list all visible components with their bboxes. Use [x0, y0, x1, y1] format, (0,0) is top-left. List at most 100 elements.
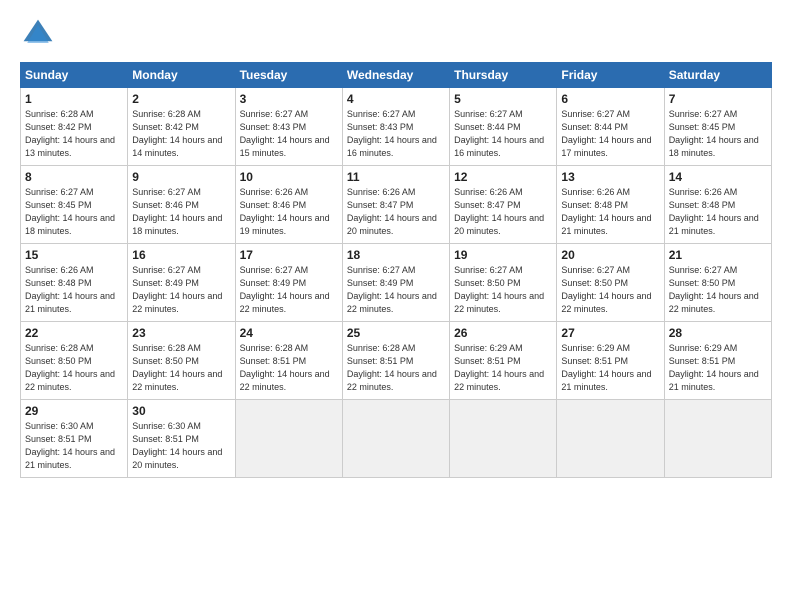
day-cell: 18 Sunrise: 6:27 AM Sunset: 8:49 PM Dayl…	[342, 244, 449, 322]
day-cell: 15 Sunrise: 6:26 AM Sunset: 8:48 PM Dayl…	[21, 244, 128, 322]
day-info: Sunrise: 6:27 AM Sunset: 8:46 PM Dayligh…	[132, 186, 230, 238]
day-info: Sunrise: 6:27 AM Sunset: 8:49 PM Dayligh…	[240, 264, 338, 316]
day-number: 1	[25, 92, 123, 106]
day-cell: 30 Sunrise: 6:30 AM Sunset: 8:51 PM Dayl…	[128, 400, 235, 478]
day-info: Sunrise: 6:28 AM Sunset: 8:50 PM Dayligh…	[25, 342, 123, 394]
day-info: Sunrise: 6:28 AM Sunset: 8:51 PM Dayligh…	[347, 342, 445, 394]
day-number: 22	[25, 326, 123, 340]
day-number: 30	[132, 404, 230, 418]
day-info: Sunrise: 6:27 AM Sunset: 8:50 PM Dayligh…	[669, 264, 767, 316]
day-info: Sunrise: 6:26 AM Sunset: 8:48 PM Dayligh…	[669, 186, 767, 238]
day-info: Sunrise: 6:30 AM Sunset: 8:51 PM Dayligh…	[132, 420, 230, 472]
day-cell: 21 Sunrise: 6:27 AM Sunset: 8:50 PM Dayl…	[664, 244, 771, 322]
day-number: 3	[240, 92, 338, 106]
calendar-table: Sunday Monday Tuesday Wednesday Thursday…	[20, 62, 772, 478]
header-friday: Friday	[557, 63, 664, 88]
day-cell: 14 Sunrise: 6:26 AM Sunset: 8:48 PM Dayl…	[664, 166, 771, 244]
header-tuesday: Tuesday	[235, 63, 342, 88]
day-cell: 23 Sunrise: 6:28 AM Sunset: 8:50 PM Dayl…	[128, 322, 235, 400]
day-cell: 25 Sunrise: 6:28 AM Sunset: 8:51 PM Dayl…	[342, 322, 449, 400]
day-number: 26	[454, 326, 552, 340]
day-info: Sunrise: 6:27 AM Sunset: 8:45 PM Dayligh…	[669, 108, 767, 160]
day-number: 15	[25, 248, 123, 262]
day-cell: 13 Sunrise: 6:26 AM Sunset: 8:48 PM Dayl…	[557, 166, 664, 244]
empty-cell	[235, 400, 342, 478]
day-info: Sunrise: 6:27 AM Sunset: 8:49 PM Dayligh…	[132, 264, 230, 316]
day-cell: 16 Sunrise: 6:27 AM Sunset: 8:49 PM Dayl…	[128, 244, 235, 322]
day-number: 5	[454, 92, 552, 106]
empty-cell	[342, 400, 449, 478]
calendar-row: 8 Sunrise: 6:27 AM Sunset: 8:45 PM Dayli…	[21, 166, 772, 244]
day-info: Sunrise: 6:28 AM Sunset: 8:50 PM Dayligh…	[132, 342, 230, 394]
day-cell: 4 Sunrise: 6:27 AM Sunset: 8:43 PM Dayli…	[342, 88, 449, 166]
day-number: 17	[240, 248, 338, 262]
day-info: Sunrise: 6:27 AM Sunset: 8:43 PM Dayligh…	[347, 108, 445, 160]
day-cell: 11 Sunrise: 6:26 AM Sunset: 8:47 PM Dayl…	[342, 166, 449, 244]
empty-cell	[664, 400, 771, 478]
day-cell: 12 Sunrise: 6:26 AM Sunset: 8:47 PM Dayl…	[450, 166, 557, 244]
day-number: 6	[561, 92, 659, 106]
calendar-row: 15 Sunrise: 6:26 AM Sunset: 8:48 PM Dayl…	[21, 244, 772, 322]
header-thursday: Thursday	[450, 63, 557, 88]
empty-cell	[450, 400, 557, 478]
day-cell: 7 Sunrise: 6:27 AM Sunset: 8:45 PM Dayli…	[664, 88, 771, 166]
day-cell: 22 Sunrise: 6:28 AM Sunset: 8:50 PM Dayl…	[21, 322, 128, 400]
day-info: Sunrise: 6:27 AM Sunset: 8:50 PM Dayligh…	[454, 264, 552, 316]
day-cell: 17 Sunrise: 6:27 AM Sunset: 8:49 PM Dayl…	[235, 244, 342, 322]
day-info: Sunrise: 6:26 AM Sunset: 8:46 PM Dayligh…	[240, 186, 338, 238]
day-number: 10	[240, 170, 338, 184]
day-cell: 3 Sunrise: 6:27 AM Sunset: 8:43 PM Dayli…	[235, 88, 342, 166]
day-number: 16	[132, 248, 230, 262]
calendar-row: 22 Sunrise: 6:28 AM Sunset: 8:50 PM Dayl…	[21, 322, 772, 400]
day-cell: 5 Sunrise: 6:27 AM Sunset: 8:44 PM Dayli…	[450, 88, 557, 166]
day-info: Sunrise: 6:29 AM Sunset: 8:51 PM Dayligh…	[561, 342, 659, 394]
day-info: Sunrise: 6:26 AM Sunset: 8:47 PM Dayligh…	[454, 186, 552, 238]
day-info: Sunrise: 6:27 AM Sunset: 8:44 PM Dayligh…	[561, 108, 659, 160]
day-number: 12	[454, 170, 552, 184]
day-cell: 1 Sunrise: 6:28 AM Sunset: 8:42 PM Dayli…	[21, 88, 128, 166]
logo	[20, 16, 60, 52]
calendar-page: Sunday Monday Tuesday Wednesday Thursday…	[0, 0, 792, 612]
day-cell: 29 Sunrise: 6:30 AM Sunset: 8:51 PM Dayl…	[21, 400, 128, 478]
day-info: Sunrise: 6:28 AM Sunset: 8:42 PM Dayligh…	[132, 108, 230, 160]
day-number: 4	[347, 92, 445, 106]
day-number: 27	[561, 326, 659, 340]
day-number: 28	[669, 326, 767, 340]
day-info: Sunrise: 6:29 AM Sunset: 8:51 PM Dayligh…	[454, 342, 552, 394]
day-number: 18	[347, 248, 445, 262]
day-info: Sunrise: 6:26 AM Sunset: 8:48 PM Dayligh…	[561, 186, 659, 238]
day-info: Sunrise: 6:28 AM Sunset: 8:42 PM Dayligh…	[25, 108, 123, 160]
day-info: Sunrise: 6:27 AM Sunset: 8:50 PM Dayligh…	[561, 264, 659, 316]
day-cell: 19 Sunrise: 6:27 AM Sunset: 8:50 PM Dayl…	[450, 244, 557, 322]
header-monday: Monday	[128, 63, 235, 88]
day-number: 23	[132, 326, 230, 340]
day-info: Sunrise: 6:30 AM Sunset: 8:51 PM Dayligh…	[25, 420, 123, 472]
day-cell: 24 Sunrise: 6:28 AM Sunset: 8:51 PM Dayl…	[235, 322, 342, 400]
weekday-header-row: Sunday Monday Tuesday Wednesday Thursday…	[21, 63, 772, 88]
day-info: Sunrise: 6:27 AM Sunset: 8:44 PM Dayligh…	[454, 108, 552, 160]
day-cell: 9 Sunrise: 6:27 AM Sunset: 8:46 PM Dayli…	[128, 166, 235, 244]
day-number: 2	[132, 92, 230, 106]
day-info: Sunrise: 6:27 AM Sunset: 8:43 PM Dayligh…	[240, 108, 338, 160]
header-saturday: Saturday	[664, 63, 771, 88]
day-info: Sunrise: 6:26 AM Sunset: 8:48 PM Dayligh…	[25, 264, 123, 316]
day-cell: 20 Sunrise: 6:27 AM Sunset: 8:50 PM Dayl…	[557, 244, 664, 322]
day-cell: 28 Sunrise: 6:29 AM Sunset: 8:51 PM Dayl…	[664, 322, 771, 400]
day-number: 9	[132, 170, 230, 184]
day-cell: 10 Sunrise: 6:26 AM Sunset: 8:46 PM Dayl…	[235, 166, 342, 244]
day-number: 29	[25, 404, 123, 418]
day-cell: 6 Sunrise: 6:27 AM Sunset: 8:44 PM Dayli…	[557, 88, 664, 166]
day-info: Sunrise: 6:27 AM Sunset: 8:49 PM Dayligh…	[347, 264, 445, 316]
day-number: 25	[347, 326, 445, 340]
day-number: 24	[240, 326, 338, 340]
calendar-row: 1 Sunrise: 6:28 AM Sunset: 8:42 PM Dayli…	[21, 88, 772, 166]
day-number: 19	[454, 248, 552, 262]
day-number: 11	[347, 170, 445, 184]
day-number: 14	[669, 170, 767, 184]
calendar-row: 29 Sunrise: 6:30 AM Sunset: 8:51 PM Dayl…	[21, 400, 772, 478]
header	[20, 16, 772, 52]
day-cell: 8 Sunrise: 6:27 AM Sunset: 8:45 PM Dayli…	[21, 166, 128, 244]
logo-icon	[20, 16, 56, 52]
day-info: Sunrise: 6:29 AM Sunset: 8:51 PM Dayligh…	[669, 342, 767, 394]
day-number: 20	[561, 248, 659, 262]
